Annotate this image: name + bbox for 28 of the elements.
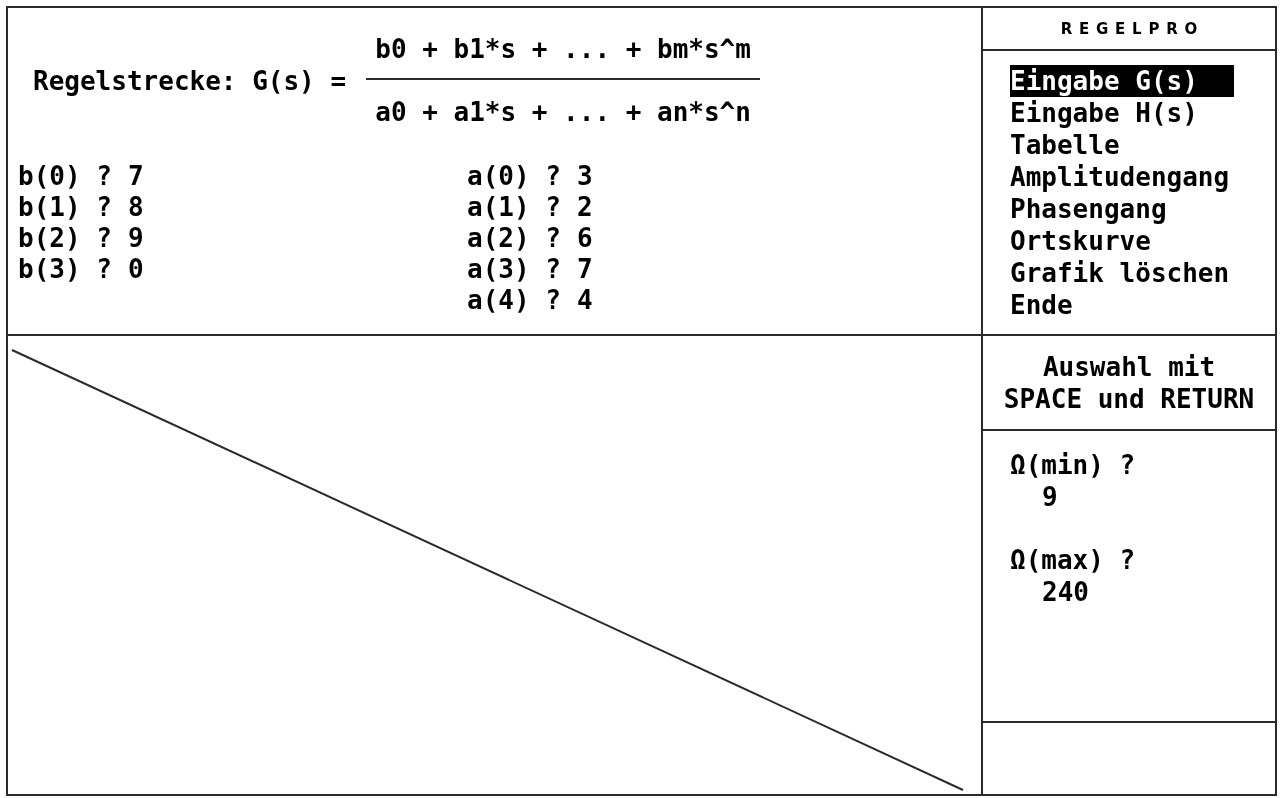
coefficient-value: 0	[127, 254, 144, 285]
coefficient-prompt: a(0) ?	[467, 161, 561, 192]
coefficient-value: 2	[576, 192, 593, 223]
coefficient-prompt: b(0) ?	[18, 161, 112, 192]
frequency-prompt: Ω(min) ?	[1010, 449, 1136, 481]
coefficient-value: 4	[576, 285, 593, 316]
coefficient-value: 9	[127, 223, 144, 254]
formula-denominator: a0 + a1*s + ... + an*s^n	[375, 96, 751, 128]
coefficient-value: 3	[576, 161, 593, 192]
coefficient-value: 7	[127, 161, 144, 192]
frequency-prompt: Ω(max) ?	[1010, 544, 1136, 576]
coefficient-prompt: b(1) ?	[18, 192, 112, 223]
coefficient-prompt: a(3) ?	[467, 254, 561, 285]
coefficient-prompt: b(2) ?	[18, 223, 112, 254]
menu-item[interactable]: Eingabe G(s)	[1010, 65, 1234, 97]
coefficient-prompt: a(4) ?	[467, 285, 561, 316]
formula-label: Regelstrecke: G(s) =	[33, 64, 347, 97]
coefficient-prompt: a(1) ?	[467, 192, 561, 223]
frequency-value: 9	[1042, 481, 1058, 513]
coefficient-value: 6	[576, 223, 593, 254]
coefficient-prompt: a(2) ?	[467, 223, 561, 254]
frequency-value: 240	[1042, 576, 1089, 608]
hint-text: Auswahl mit SPACE und RETURN	[1002, 351, 1256, 416]
coefficient-value: 7	[576, 254, 593, 285]
app-title: REGELPRO	[1059, 18, 1204, 39]
coefficient-value: 8	[127, 192, 144, 223]
coefficient-prompt: b(3) ?	[18, 254, 112, 285]
formula-numerator: b0 + b1*s + ... + bm*s^m	[375, 33, 751, 65]
